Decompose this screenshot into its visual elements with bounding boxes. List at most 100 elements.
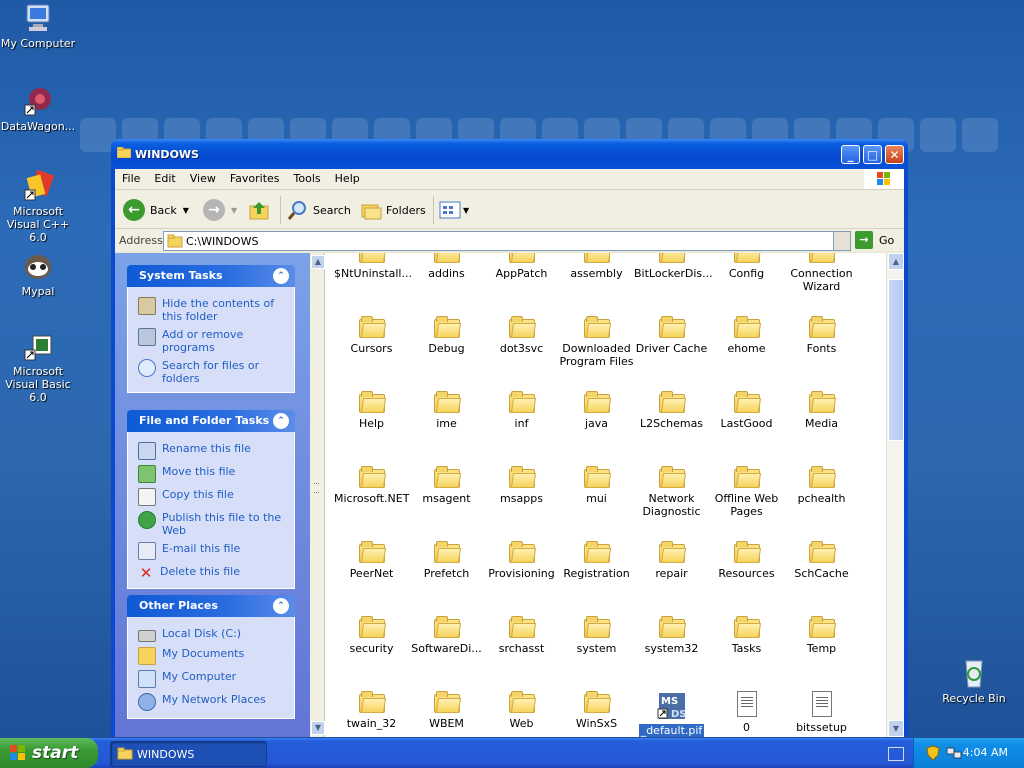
file-item[interactable]: msapps — [484, 466, 559, 505]
scroll-down-button[interactable]: ▼ — [888, 720, 904, 737]
keyboard-icon[interactable] — [888, 747, 904, 761]
desktop-icon-recycle-bin[interactable]: Recycle Bin — [933, 657, 1015, 705]
task-add-remove-programs[interactable]: Add or remove programs — [128, 326, 294, 357]
folders-button[interactable]: Folders — [360, 198, 426, 222]
search-button[interactable]: Search — [287, 198, 351, 222]
menu-tools[interactable]: Tools — [287, 169, 328, 188]
file-item[interactable]: Driver Cache — [634, 316, 709, 355]
task-move-file[interactable]: Move this file — [128, 463, 294, 486]
file-item[interactable]: ehome — [709, 316, 784, 355]
chevron-down-icon[interactable]: ▼ — [311, 721, 325, 735]
other-places-header[interactable]: Other Places ⌃ — [127, 595, 295, 617]
file-item[interactable]: Offline Web Pages — [709, 466, 784, 518]
file-item[interactable]: Web — [484, 691, 559, 730]
minimize-button[interactable]: _ — [841, 145, 860, 164]
network-icon[interactable] — [946, 746, 962, 760]
file-item[interactable]: WBEM — [409, 691, 484, 730]
collapse-icon[interactable]: ⌃ — [273, 268, 289, 284]
desktop-icon-visual-cpp[interactable]: Microsoft Visual C++ 6.0 — [0, 169, 79, 244]
file-item[interactable]: Resources — [709, 541, 784, 580]
go-button[interactable]: → Go — [855, 231, 894, 249]
menu-view[interactable]: View — [183, 169, 223, 188]
file-item[interactable]: Config — [709, 253, 784, 280]
scroll-up-button[interactable]: ▲ — [888, 253, 904, 270]
file-item[interactable]: Cursors — [334, 316, 409, 355]
file-item[interactable]: Help — [334, 391, 409, 430]
file-item[interactable]: AppPatch — [484, 253, 559, 280]
file-item[interactable]: bitssetup — [784, 691, 859, 734]
desktop-icon-my-computer[interactable]: My Computer — [0, 2, 79, 50]
file-item[interactable]: LastGood — [709, 391, 784, 430]
close-button[interactable]: ✕ — [885, 145, 904, 164]
desktop-icon-mypal[interactable]: Mypal — [0, 250, 79, 298]
task-publish-web[interactable]: Publish this file to the Web — [128, 509, 294, 540]
forward-dropdown-icon[interactable]: ▼ — [231, 206, 237, 215]
splitter-grip[interactable] — [314, 483, 319, 493]
file-item[interactable]: BitLockerDis... — [634, 253, 713, 280]
up-folder-button[interactable] — [248, 198, 272, 222]
file-item[interactable]: Microsoft.NET — [334, 466, 409, 505]
views-button[interactable]: ▼ — [439, 198, 469, 222]
security-shield-icon[interactable] — [926, 745, 940, 761]
desktop-icon-visual-basic[interactable]: Microsoft Visual Basic 6.0 — [0, 330, 79, 404]
place-my-network-places[interactable]: My Network Places — [128, 691, 294, 714]
file-item[interactable]: dot3svc — [484, 316, 559, 355]
file-item[interactable]: Provisioning — [484, 541, 559, 580]
place-my-computer[interactable]: My Computer — [128, 668, 294, 691]
collapse-icon[interactable]: ⌃ — [273, 413, 289, 429]
start-button[interactable]: start — [0, 738, 98, 768]
maximize-button[interactable]: □ — [863, 145, 882, 164]
file-item[interactable]: system32 — [634, 616, 709, 655]
pane-splitter[interactable]: ▲ ▼ — [310, 253, 325, 737]
task-copy-file[interactable]: Copy this file — [128, 486, 294, 509]
file-item[interactable]: SoftwareDi... — [409, 616, 484, 655]
file-item[interactable]: Downloaded Program Files — [559, 316, 634, 368]
file-item[interactable]: assembly — [559, 253, 634, 280]
file-item[interactable]: Fonts — [784, 316, 859, 355]
file-item[interactable]: Media — [784, 391, 859, 430]
file-item[interactable]: system — [559, 616, 634, 655]
task-rename-file[interactable]: Rename this file — [128, 440, 294, 463]
menu-favorites[interactable]: Favorites — [223, 169, 287, 188]
file-item[interactable]: L2Schemas — [634, 391, 709, 430]
back-dropdown-icon[interactable]: ▼ — [183, 206, 189, 215]
file-item[interactable]: WinSxS — [559, 691, 634, 730]
task-hide-folder-contents[interactable]: Hide the contents of this folder — [128, 295, 294, 326]
back-button[interactable]: ← Back ▼ — [123, 198, 189, 222]
chevron-up-icon[interactable]: ▲ — [311, 255, 325, 269]
menu-help[interactable]: Help — [328, 169, 367, 188]
file-item[interactable]: msagent — [409, 466, 484, 505]
desktop-icon-datawagon[interactable]: DataWagon... — [0, 85, 79, 133]
file-item[interactable]: security — [334, 616, 409, 655]
collapse-icon[interactable]: ⌃ — [273, 598, 289, 614]
taskbar-item-windows[interactable]: WINDOWS — [110, 741, 267, 767]
file-item[interactable]: pchealth — [784, 466, 859, 505]
address-input[interactable]: C:\WINDOWS ▼ — [163, 231, 863, 251]
file-item[interactable]: repair — [634, 541, 709, 580]
task-email-file[interactable]: E-mail this file — [128, 540, 294, 563]
file-item[interactable]: java — [559, 391, 634, 430]
address-dropdown-button[interactable]: ▼ — [833, 232, 863, 250]
vertical-scrollbar[interactable]: ▲ ▼ — [886, 253, 904, 737]
file-item[interactable]: $NtUninstall... — [334, 253, 412, 280]
file-item[interactable]: twain_32 — [334, 691, 409, 730]
file-item[interactable]: Temp — [784, 616, 859, 655]
task-search-files[interactable]: Search for files or folders — [128, 357, 294, 388]
file-item[interactable]: 0 — [709, 691, 784, 734]
file-item[interactable]: ime — [409, 391, 484, 430]
file-item[interactable]: PeerNet — [334, 541, 409, 580]
file-item[interactable]: srchasst — [484, 616, 559, 655]
file-item[interactable]: Connection Wizard — [784, 253, 859, 293]
file-item[interactable]: SchCache — [784, 541, 859, 580]
place-my-documents[interactable]: My Documents — [128, 645, 294, 668]
clock[interactable]: 4:04 AM — [963, 746, 1008, 759]
file-item[interactable]: Network Diagnostic — [634, 466, 709, 518]
forward-button[interactable]: → ▼ — [203, 198, 237, 222]
scrollbar-thumb[interactable] — [888, 279, 904, 441]
menu-edit[interactable]: Edit — [147, 169, 182, 188]
title-bar[interactable]: WINDOWS _ □ ✕ — [111, 139, 908, 169]
file-item[interactable]: MS DS _default.pif — [634, 691, 709, 737]
file-item[interactable]: inf — [484, 391, 559, 430]
system-tasks-header[interactable]: System Tasks ⌃ — [127, 265, 295, 287]
task-delete-file[interactable]: ✕ Delete this file — [128, 563, 294, 584]
